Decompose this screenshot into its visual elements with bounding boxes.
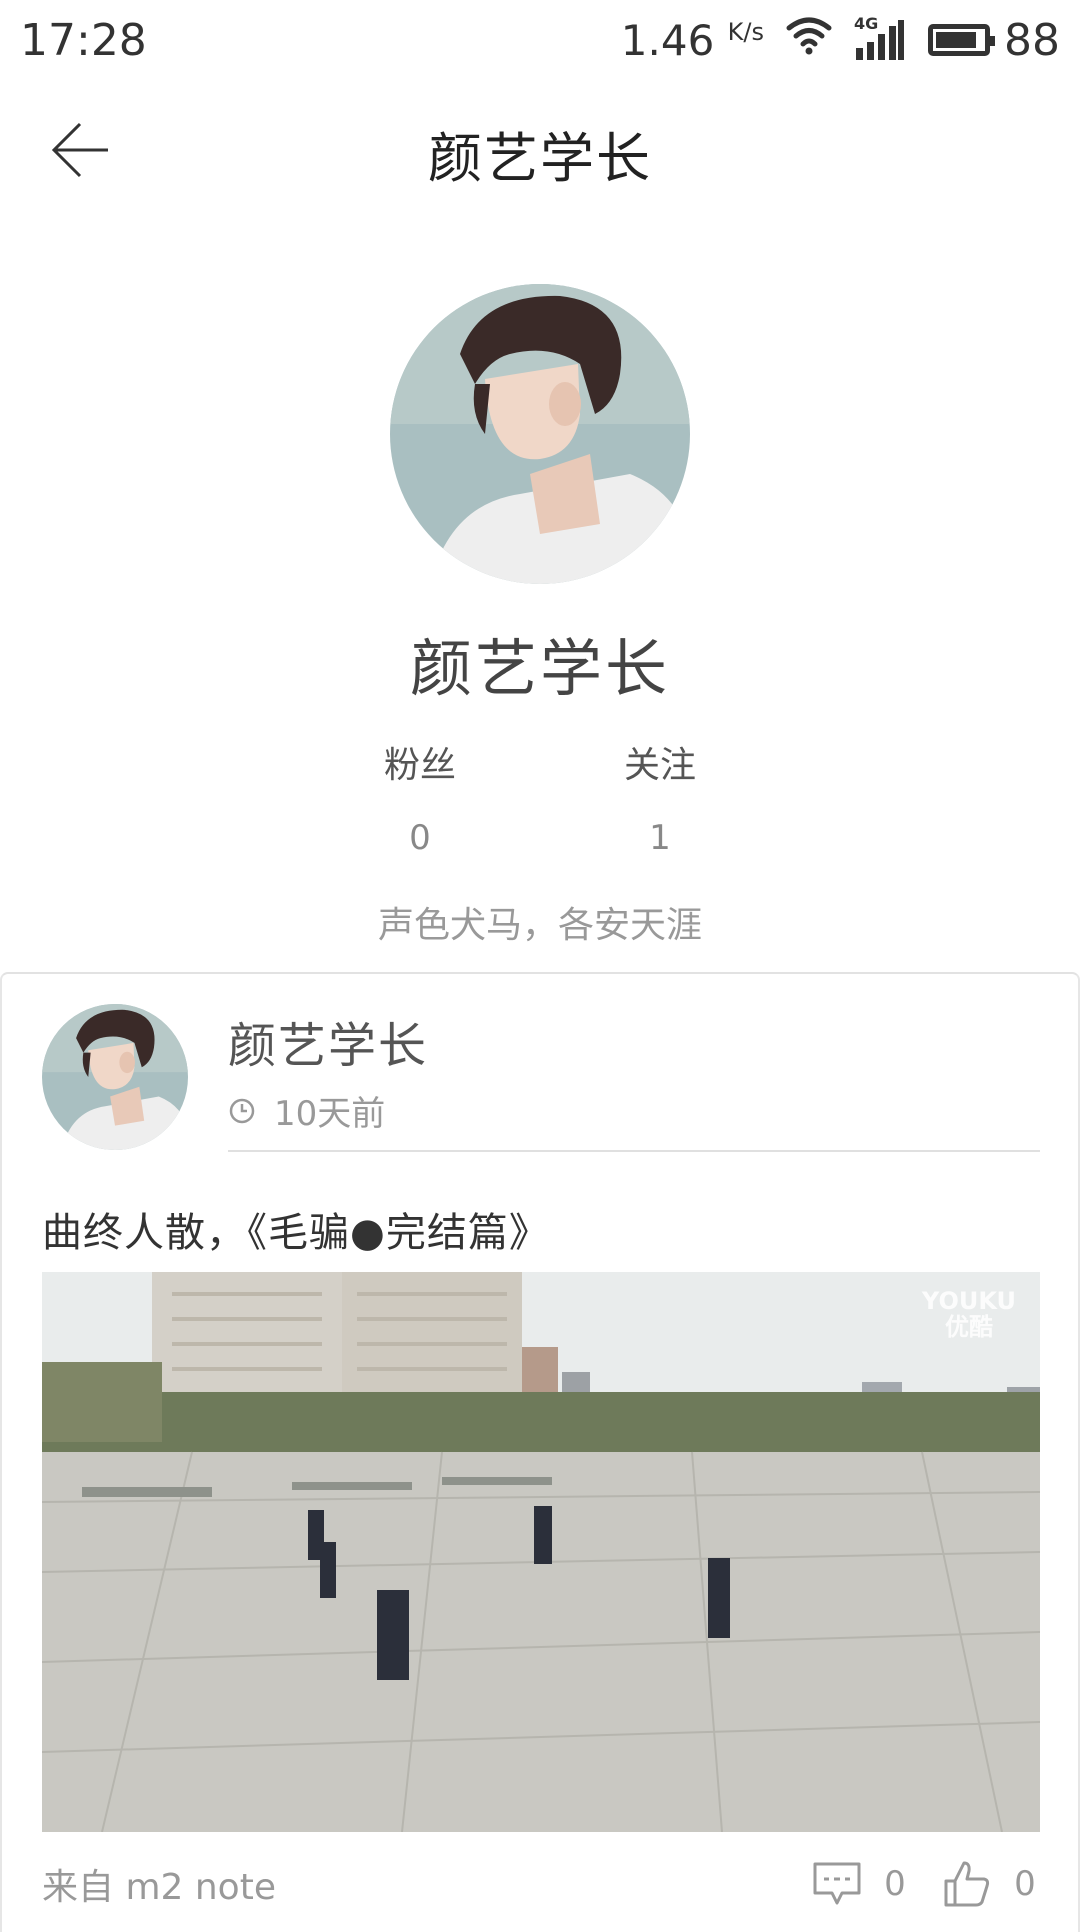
status-time: 17:28 [20, 14, 147, 66]
like-count: 0 [1014, 1864, 1036, 1904]
battery-indicator: 88 [928, 15, 1060, 66]
post-text: 曲终人散，《毛骗●完结篇》 [42, 1210, 550, 1256]
following-label: 关注 [623, 745, 696, 786]
comment-button[interactable] [812, 1861, 862, 1907]
thumbs-up-icon [944, 1861, 990, 1907]
network-speed: 1.46 K/s [621, 16, 764, 65]
divider [228, 1150, 1040, 1152]
comment-icon [813, 1862, 861, 1905]
post-card[interactable]: 颜艺学长 10天前 曲终人散，《毛骗●完结篇》 YOUKU 优酷 来自 m2 n… [0, 972, 1080, 1932]
status-indicators: 1.46 K/s 4G 88 [621, 14, 1060, 66]
battery-icon [928, 24, 995, 56]
post-timestamp: 10天前 [228, 1086, 385, 1135]
fans-count: 0 [409, 818, 431, 858]
watermark-brand-cn: 优酷 [944, 1313, 993, 1342]
wifi-icon [786, 15, 832, 66]
status-bar: 17:28 1.46 K/s 4G 88 [0, 0, 1080, 80]
post-footer: 来自 m2 note 0 0 [42, 1854, 1040, 1914]
post-author-avatar[interactable] [42, 1004, 188, 1150]
watermark-brand: YOUKU [921, 1287, 1016, 1315]
post-source: 来自 m2 note [42, 1867, 276, 1908]
post-author-name[interactable]: 颜艺学长 [228, 1006, 428, 1076]
signal-icon: 4G [854, 14, 906, 62]
post-time-ago: 10天前 [274, 1094, 386, 1134]
profile-name: 颜艺学长 [409, 632, 670, 705]
like-button[interactable] [942, 1859, 992, 1909]
post-actions: 0 0 [812, 1859, 1040, 1909]
profile-bio: 声色犬马，各安天涯 [377, 905, 702, 946]
video-watermark: YOUKU 优酷 [922, 1288, 1016, 1341]
clock-icon [229, 1098, 255, 1123]
fans-label: 粉丝 [383, 745, 456, 786]
network-speed-value: 1.46 [620, 15, 715, 65]
battery-level: 88 [1004, 14, 1060, 66]
top-bar: 颜艺学长 [0, 80, 1080, 220]
post-video-thumbnail[interactable]: YOUKU 优酷 [42, 1272, 1040, 1832]
page-title: 颜艺学长 [428, 127, 652, 190]
following-count: 1 [649, 818, 671, 858]
network-speed-unit: K/s [727, 17, 764, 46]
stat-fans[interactable]: 粉丝 0 [320, 736, 520, 858]
comment-count: 0 [884, 1864, 906, 1904]
profile-avatar[interactable] [390, 284, 690, 584]
profile-stats: 粉丝 0 关注 1 [0, 736, 1080, 858]
stat-following[interactable]: 关注 1 [560, 736, 760, 858]
